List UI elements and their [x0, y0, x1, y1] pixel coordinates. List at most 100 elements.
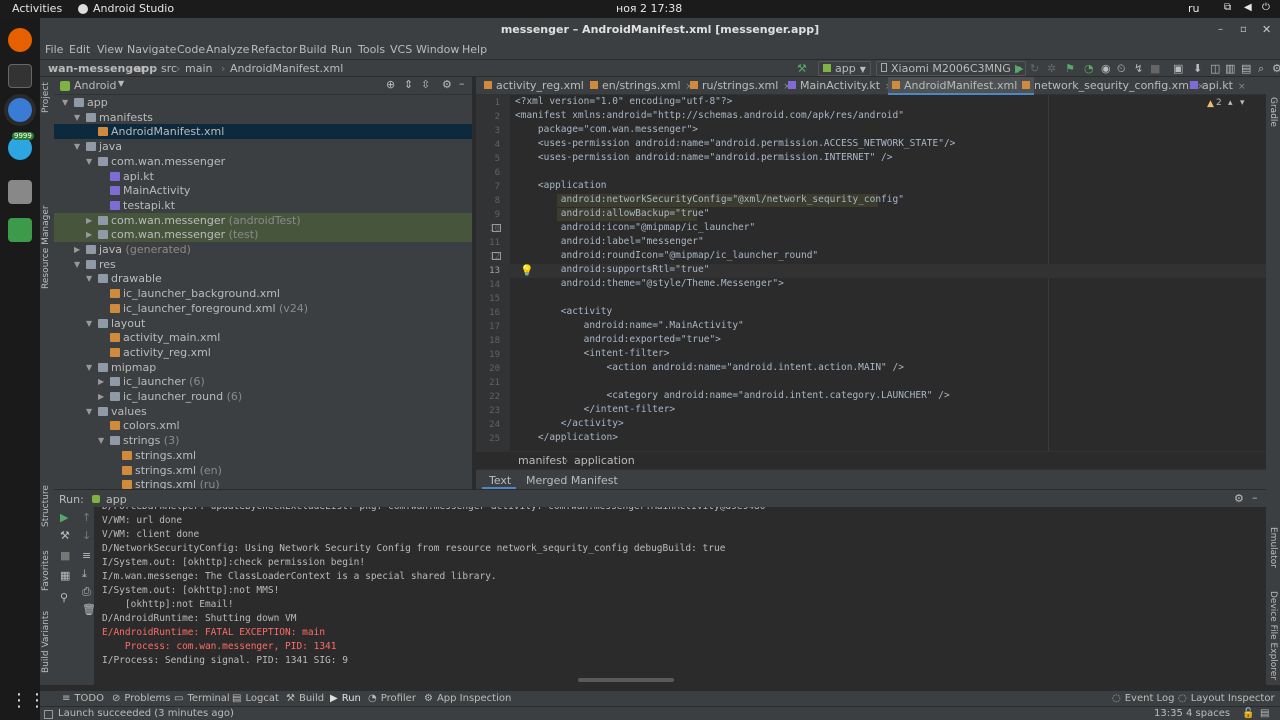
subtab-merged-manifest[interactable]: Merged Manifest	[526, 474, 618, 487]
subtab-text[interactable]: Text	[489, 474, 511, 487]
soft-wrap-icon[interactable]: ≡	[82, 549, 91, 562]
device-manager-icon[interactable]: ▥	[1225, 62, 1235, 75]
tree-item[interactable]: ▼ res	[54, 257, 472, 272]
run-console[interactable]: D/ForceDarkHelper: updateByCheckExcludeL…	[94, 507, 1266, 685]
tree-toggle-icon[interactable]: ▼	[74, 110, 80, 125]
breadcrumb-item[interactable]: main	[185, 62, 212, 75]
search-icon[interactable]: ⌕	[1258, 62, 1264, 76]
clock[interactable]: ноя 2 17:38	[616, 2, 682, 15]
tree-toggle-icon[interactable]: ▼	[74, 139, 80, 154]
bottom-tab-event-log[interactable]: ◌ Event Log	[1112, 693, 1174, 704]
pin-icon[interactable]: ⚲	[60, 591, 68, 604]
tree-item[interactable]: ▼ manifests	[54, 110, 472, 125]
bottom-tab-profiler[interactable]: ◔ Profiler	[368, 693, 416, 704]
tab-api-kt[interactable]: api.kt ×	[1186, 77, 1250, 95]
avd-manager-icon[interactable]: ▣	[1173, 62, 1183, 75]
side-tab-structure[interactable]: Structure	[41, 485, 51, 527]
menu-code[interactable]: Code	[177, 43, 205, 56]
console-h-scrollbar[interactable]	[578, 678, 674, 682]
chevron-down-icon[interactable]: ▼	[118, 79, 124, 88]
menu-edit[interactable]: Edit	[69, 43, 90, 56]
tree-item[interactable]: ▼ java	[54, 139, 472, 154]
tab-mainactivity-kt[interactable]: MainActivity.kt×	[784, 77, 897, 95]
side-tab-device-file-explorer[interactable]: Device File Explorer	[1268, 591, 1278, 680]
menu-help[interactable]: Help	[462, 43, 487, 56]
stop-icon[interactable]: ■	[60, 549, 70, 562]
lock-icon[interactable]: 🔓	[1242, 708, 1254, 719]
tree-item[interactable]: ▶ ic_launcher (6)	[54, 374, 472, 389]
profile-icon[interactable]: ◔	[1084, 62, 1094, 75]
android-studio-dock-icon[interactable]	[8, 98, 32, 122]
breadcrumb-item[interactable]: AndroidManifest.xml	[230, 62, 343, 75]
indent-setting[interactable]: 4 spaces	[1186, 708, 1230, 719]
rerun-icon[interactable]: ▶	[60, 511, 68, 524]
tree-toggle-icon[interactable]: ▼	[86, 154, 92, 169]
collapse-all-icon[interactable]: ⇳	[421, 78, 430, 91]
menu-view[interactable]: View	[97, 43, 123, 56]
device-select[interactable]: Xiaomi M2006C3MNG ▼	[876, 61, 1026, 76]
attach-debugger-icon[interactable]: ⚑	[1065, 62, 1075, 75]
side-tab-resource-manager[interactable]: Resource Manager	[41, 205, 51, 289]
bottom-tab-todo[interactable]: ≡ TODO	[62, 693, 104, 704]
project-view-select[interactable]: Android	[74, 79, 117, 92]
tree-item[interactable]: strings.xml (en)	[54, 463, 472, 478]
warning-icon[interactable]: ▲	[1207, 99, 1214, 109]
inspection-up-icon[interactable]: ▴	[1228, 98, 1233, 108]
volume-icon[interactable]: ◀	[1244, 2, 1252, 13]
debug-icon[interactable]: ✲	[1047, 62, 1056, 75]
tree-item[interactable]: activity_reg.xml	[54, 345, 472, 360]
bottom-tab-build[interactable]: ⚒ Build	[286, 693, 324, 704]
tab-ru-strings-xml[interactable]: ru/strings.xml×	[686, 77, 795, 95]
menu-navigate[interactable]: Navigate	[127, 43, 176, 56]
scroll-up-icon[interactable]: ↑	[82, 511, 91, 524]
trash-icon[interactable]	[8, 218, 32, 242]
tree-item[interactable]: ▼ com.wan.messenger	[54, 154, 472, 169]
stop-icon[interactable]: ■	[1150, 62, 1160, 75]
tree-toggle-icon[interactable]: ▶	[86, 227, 92, 242]
maximize-icon[interactable]: ▫	[1240, 24, 1247, 35]
side-tab-gradle[interactable]: Gradle	[1268, 97, 1278, 127]
breadcrumb-item[interactable]: src	[161, 62, 177, 75]
tree-toggle-icon[interactable]: ▶	[98, 389, 104, 404]
tree-item[interactable]: strings.xml	[54, 448, 472, 463]
tree-item[interactable]: ▶ ic_launcher_round (6)	[54, 389, 472, 404]
tree-item[interactable]: ▼ drawable	[54, 271, 472, 286]
run-config-tab[interactable]: app	[106, 493, 127, 506]
crumb-application[interactable]: application	[574, 454, 635, 467]
hide-panel-icon[interactable]: –	[459, 77, 465, 90]
side-tab-project[interactable]: Project	[41, 82, 51, 113]
bottom-tab-app-inspection[interactable]: ⚙ App Inspection	[424, 693, 511, 704]
restore-layout-icon[interactable]: ▦	[60, 569, 70, 582]
sdk-manager-icon[interactable]: ⬇	[1193, 62, 1202, 75]
bottom-tab-terminal[interactable]: ▭ Terminal	[174, 693, 230, 704]
menu-build[interactable]: Build	[299, 43, 327, 56]
side-tab-build-variants[interactable]: Build Variants	[41, 611, 51, 673]
tree-toggle-icon[interactable]: ▼	[74, 257, 80, 272]
network-icon[interactable]: ⧉	[1224, 2, 1231, 13]
tree-item[interactable]: ▶ com.wan.messenger (androidTest)	[54, 212, 472, 228]
tree-item[interactable]: testapi.kt	[54, 198, 472, 213]
scroll-to-end-icon[interactable]: ⤓	[82, 567, 87, 581]
caret-position[interactable]: 13:35	[1154, 708, 1183, 719]
tree-item[interactable]: ▼ mipmap	[54, 360, 472, 375]
bottom-tab-problems[interactable]: ⊘ Problems	[112, 693, 170, 704]
tree-item[interactable]: ▼ values	[54, 404, 472, 419]
menu-vcs[interactable]: VCS	[390, 43, 412, 56]
tree-item[interactable]: AndroidManifest.xml	[54, 124, 472, 140]
bottom-tab-layout-inspector[interactable]: ◌ Layout Inspector	[1178, 693, 1275, 704]
tab-activity-reg-xml[interactable]: activity_reg.xml×	[480, 77, 600, 95]
coverage-icon[interactable]: ◉	[1101, 62, 1111, 75]
crumb-manifest[interactable]: manifest	[518, 454, 566, 467]
status-message[interactable]: Launch succeeded (3 minutes ago)	[58, 708, 234, 719]
tree-item[interactable]: ▶ com.wan.messenger (test)	[54, 227, 472, 243]
bottom-tab-logcat[interactable]: ▤ Logcat	[232, 693, 279, 704]
minimize-icon[interactable]: –	[1218, 24, 1223, 35]
tab-en-strings-xml[interactable]: en/strings.xml×	[586, 77, 697, 95]
menu-window[interactable]: Window	[416, 43, 459, 56]
run-hide-icon[interactable]: –	[1252, 491, 1258, 504]
menu-analyze[interactable]: Analyze	[206, 43, 249, 56]
run-gear-icon[interactable]: ⚙	[1234, 492, 1244, 505]
menu-file[interactable]: File	[45, 43, 63, 56]
terminal-icon[interactable]	[8, 64, 32, 88]
tree-item[interactable]: ic_launcher_foreground.xml (v24)	[54, 301, 472, 316]
